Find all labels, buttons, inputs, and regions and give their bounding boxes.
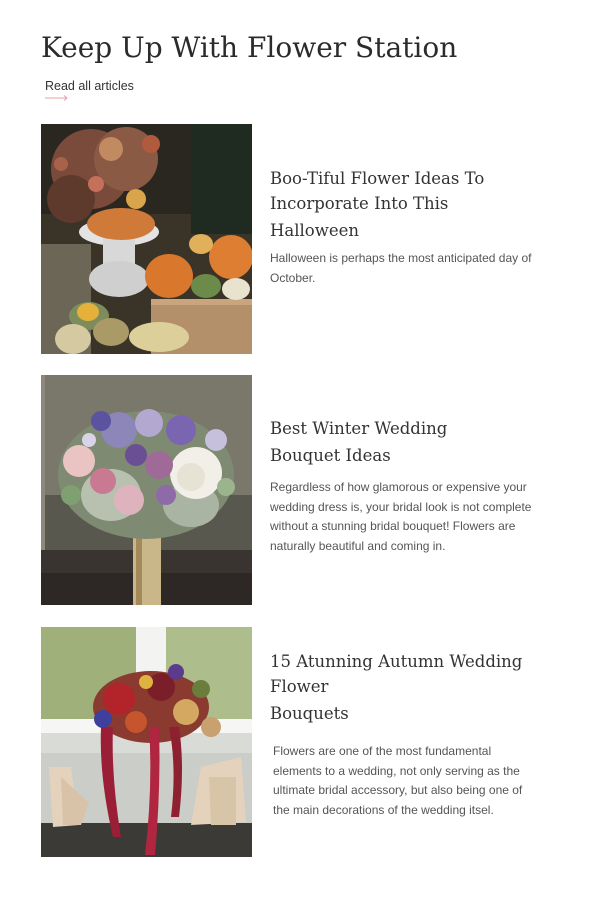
article-image-autumn-bouquet[interactable]: [41, 627, 252, 857]
article-title-line: Flower: [270, 677, 329, 696]
article-title[interactable]: 15 Atunning Autumn Wedding Flower Bouque…: [270, 649, 540, 726]
article-title[interactable]: Best Winter Wedding Bouquet Ideas: [270, 416, 540, 468]
article-image-halloween[interactable]: [41, 124, 252, 354]
article-card: 15 Atunning Autumn Wedding Flower Bouque…: [41, 627, 561, 859]
article-excerpt: Regardless of how glamorous or expensive…: [270, 480, 532, 553]
article-title-line: Halloween: [270, 221, 359, 240]
article-title-line: Best Winter Wedding: [270, 419, 448, 438]
article-title-line: Boo-Tiful Flower Ideas To: [270, 169, 485, 188]
article-card: Best Winter Wedding Bouquet Ideas Regard…: [41, 375, 561, 607]
article-title[interactable]: Boo-Tiful Flower Ideas To Incorporate In…: [270, 166, 540, 243]
arrow-right-icon: [45, 95, 68, 101]
article-excerpt: Flowers are one of the most fundamental …: [273, 744, 523, 817]
article-title-line: Incorporate Into This: [270, 194, 449, 213]
read-all-articles-link[interactable]: Read all articles: [45, 78, 134, 94]
article-title-line: Bouquet Ideas: [270, 446, 391, 465]
article-title-line: Bouquets: [270, 704, 349, 723]
article-excerpt: Halloween is perhaps the most anticipate…: [270, 251, 532, 285]
article-card: Boo-Tiful Flower Ideas To Incorporate In…: [41, 124, 561, 356]
article-image-winter-bouquet[interactable]: [41, 375, 252, 605]
page-title: Keep Up With Flower Station: [41, 31, 458, 64]
article-title-line: 15 Atunning Autumn Wedding: [270, 652, 523, 671]
